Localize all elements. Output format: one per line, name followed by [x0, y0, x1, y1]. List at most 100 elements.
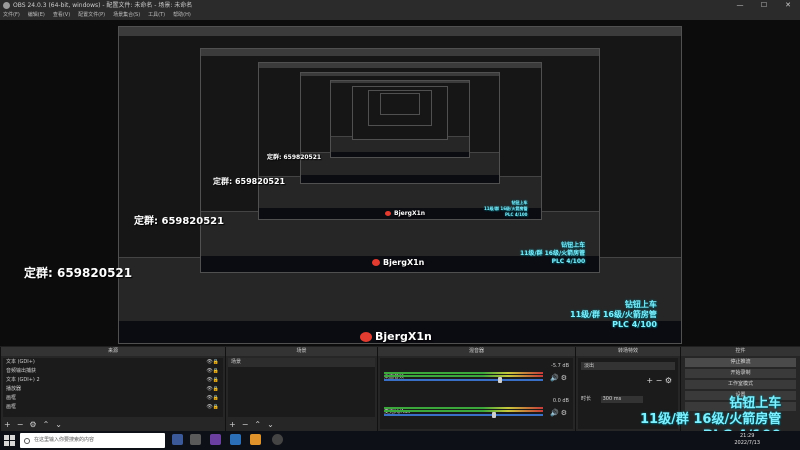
- window-controls: — ☐ ✕: [728, 0, 800, 11]
- promo-block: 钻钮上车 11级/群 16级/火箭房管 PLC 4/100: [484, 200, 528, 217]
- visibility-icon[interactable]: 👁🔒: [206, 394, 219, 403]
- visibility-icon[interactable]: 👁🔒: [206, 385, 219, 394]
- volume-slider-handle[interactable]: [492, 412, 497, 418]
- speaker-icon[interactable]: 🔊: [550, 409, 559, 417]
- move-down-icon[interactable]: ⌄: [267, 420, 274, 429]
- menu-help[interactable]: 帮助(H): [173, 11, 191, 20]
- move-up-icon[interactable]: ⌃: [254, 420, 261, 429]
- minimize-icon[interactable]: —: [728, 0, 752, 11]
- transition-select[interactable]: 淡出: [581, 362, 675, 370]
- sources-list[interactable]: 文本 (GDI+) 👁🔒 音频输出捕获 👁🔒 文本 (GDI+) 2 👁🔒 播放器 👁🔒…: [3, 358, 223, 417]
- streamer-handle: BjergX1n: [385, 210, 425, 217]
- taskbar-app-icon[interactable]: [210, 434, 221, 445]
- menu-edit[interactable]: 编辑(E): [28, 11, 45, 20]
- taskbar-app-icon[interactable]: [272, 434, 283, 445]
- menu-bar: 文件(F) 编辑(E) 查看(V) 配置文件(P) 场景集合(S) 工具(T) …: [0, 11, 800, 20]
- search-icon: [24, 438, 30, 444]
- visibility-icon[interactable]: 👁🔒: [206, 358, 219, 367]
- visibility-icon[interactable]: 👁🔒: [206, 367, 219, 376]
- promo-block: 钻钮上车 11级/群 16级/火箭房管 PLC 4/100: [520, 242, 586, 265]
- gear-icon[interactable]: ⚙: [29, 420, 36, 429]
- volume-slider[interactable]: [384, 379, 543, 381]
- nested-preview-8: [380, 93, 420, 115]
- taskbar-app-icon[interactable]: [190, 434, 201, 445]
- group-label: 定群: 659820521: [267, 154, 322, 161]
- start-recording-button[interactable]: 开始录制: [685, 369, 796, 378]
- remove-icon[interactable]: −: [242, 420, 249, 429]
- add-icon[interactable]: +: [646, 376, 653, 385]
- stop-streaming-button[interactable]: 停止推流: [685, 358, 796, 367]
- scenes-list[interactable]: 场景: [228, 358, 375, 417]
- speaker-icon[interactable]: 🔊: [550, 374, 559, 382]
- sources-dock: 来源 文本 (GDI+) 👁🔒 音频输出捕获 👁🔒 文本 (GDI+) 2 👁🔒 播放…: [0, 347, 225, 431]
- transition-buttons: + − ⚙: [646, 376, 672, 385]
- list-item[interactable]: 场景: [228, 358, 375, 367]
- mixer-channel-mic: 麦克风/Aux 0.0 dB 🔊 ⚙: [384, 398, 569, 420]
- duration-input[interactable]: 300 ms: [600, 396, 643, 403]
- scenes-toolbar: + − ⌃ ⌄: [229, 420, 274, 429]
- visibility-icon[interactable]: 👁🔒: [206, 403, 219, 412]
- scenes-dock: 场景 场景 + − ⌃ ⌄: [225, 347, 377, 431]
- add-icon[interactable]: +: [229, 420, 236, 429]
- mixer-channel-desktop: 桌面音频 -5.7 dB 🔊 ⚙: [384, 363, 569, 385]
- duration-row: 时长 300 ms: [581, 395, 643, 403]
- level-meter: [384, 410, 543, 412]
- menu-file[interactable]: 文件(F): [3, 11, 20, 20]
- menu-view[interactable]: 查看(V): [53, 11, 70, 20]
- duration-label: 时长: [581, 396, 592, 402]
- taskbar-app-icon[interactable]: [172, 434, 183, 445]
- taskbar-app-icon[interactable]: [250, 434, 261, 445]
- gear-icon[interactable]: ⚙: [665, 376, 672, 385]
- mixer-panel: 桌面音频 -5.7 dB 🔊 ⚙ 麦克风/Aux 0.0 dB 🔊 ⚙: [380, 358, 573, 429]
- menu-profile[interactable]: 配置文件(P): [78, 11, 105, 20]
- dock-title: 控件: [681, 347, 800, 356]
- volume-slider[interactable]: [384, 414, 543, 416]
- clock-time: 21:29: [739, 433, 755, 439]
- dock-title: 来源: [1, 347, 225, 356]
- move-up-icon[interactable]: ⌃: [43, 420, 50, 429]
- channel-db: 0.0 dB: [552, 398, 569, 404]
- gear-icon[interactable]: ⚙: [561, 374, 567, 382]
- menu-scene-collection[interactable]: 场景集合(S): [113, 11, 140, 20]
- taskbar-search-input[interactable]: 在这里输入你要搜索的内容: [20, 433, 165, 448]
- taskbar-clock[interactable]: 21:29 2022/7/13: [734, 433, 760, 447]
- dock-title: 转场特效: [576, 347, 680, 356]
- menu-tools[interactable]: 工具(T): [148, 11, 165, 20]
- windows-start-icon[interactable]: [4, 435, 15, 446]
- list-item[interactable]: 文本 (GDI+) 👁🔒: [3, 358, 223, 367]
- preview-canvas[interactable]: 定群: 659820521 定群: 659820521 定群: 65982052…: [0, 20, 800, 346]
- remove-icon[interactable]: −: [17, 420, 24, 429]
- group-label: 定群: 659820521: [213, 177, 286, 186]
- window-title: OBS 24.0.3 (64-bit, windows) - 配置文件: 未命名…: [13, 2, 193, 9]
- sources-toolbar: + − ⚙ ⌃ ⌄: [4, 420, 62, 429]
- close-icon[interactable]: ✕: [776, 0, 800, 11]
- windows-taskbar: 在这里输入你要搜索的内容 21:29 2022/7/13: [0, 431, 800, 450]
- volume-slider-handle[interactable]: [498, 377, 503, 383]
- weibo-icon: [360, 332, 372, 342]
- dock-title: 混音器: [378, 347, 575, 356]
- weibo-icon: [372, 259, 380, 266]
- studio-mode-button[interactable]: 工作室模式: [685, 380, 796, 389]
- promo-block: 钻钮上车 11级/群 16级/火箭房管 PLC 4/100: [570, 300, 657, 329]
- move-down-icon[interactable]: ⌄: [55, 420, 62, 429]
- list-item[interactable]: 画框 👁🔒: [3, 394, 223, 403]
- add-icon[interactable]: +: [4, 420, 11, 429]
- obs-app-icon: [3, 2, 10, 9]
- list-item[interactable]: 播放器 👁🔒: [3, 385, 223, 394]
- group-label: 定群: 659820521: [24, 266, 133, 280]
- channel-db: -5.7 dB: [551, 363, 569, 369]
- streamer-handle: BjergX1n: [372, 258, 424, 267]
- group-label: 定群: 659820521: [134, 216, 225, 227]
- list-item[interactable]: 画框 👁🔒: [3, 403, 223, 412]
- remove-icon[interactable]: −: [656, 376, 663, 385]
- level-meter: [384, 407, 543, 409]
- taskbar-app-icon[interactable]: [230, 434, 241, 445]
- gear-icon[interactable]: ⚙: [561, 409, 567, 417]
- weibo-icon: [385, 211, 391, 216]
- streamer-handle: BjergX1n: [360, 330, 432, 343]
- visibility-icon[interactable]: 👁🔒: [206, 376, 219, 385]
- maximize-icon[interactable]: ☐: [752, 0, 776, 11]
- mixer-dock: 混音器 桌面音频 -5.7 dB 🔊 ⚙ 麦克风/Aux 0.0 dB 🔊 ⚙: [377, 347, 575, 431]
- list-item[interactable]: 文本 (GDI+) 2 👁🔒: [3, 376, 223, 385]
- list-item[interactable]: 音频输出捕获 👁🔒: [3, 367, 223, 376]
